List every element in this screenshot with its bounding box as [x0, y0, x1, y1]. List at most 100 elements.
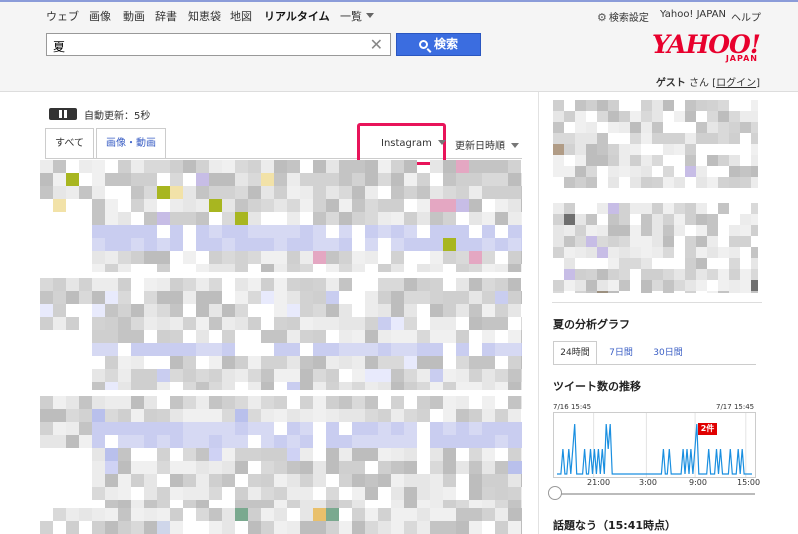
blur-block [674, 111, 685, 122]
yahoo-japan-link[interactable]: Yahoo! JAPAN [660, 9, 726, 20]
search-button[interactable]: 検索 [396, 33, 481, 56]
blur-block [287, 382, 300, 390]
blur-block [118, 251, 131, 264]
tweet-item[interactable] [40, 508, 522, 534]
blur-block [144, 278, 157, 291]
blur-block [326, 186, 339, 199]
blur-block [521, 461, 522, 474]
blur-block [696, 269, 707, 280]
help-link[interactable]: ヘルプ [731, 9, 761, 24]
blur-block [430, 382, 443, 390]
blur-block [287, 212, 300, 225]
login-link[interactable]: ログイン [716, 78, 756, 89]
auto-update-status: 自動更新：5秒 [84, 111, 151, 122]
blur-block [326, 422, 339, 435]
blur-block [404, 238, 417, 251]
nav-video[interactable]: 動画 [123, 8, 145, 24]
tweet-item[interactable] [40, 160, 522, 272]
blur-block [740, 225, 751, 236]
blur-block [170, 409, 183, 422]
nav-web[interactable]: ウェブ [46, 8, 79, 24]
blur-block [718, 100, 729, 111]
blur-block [196, 317, 209, 330]
blur-block [183, 278, 196, 291]
clear-icon[interactable]: ✕ [370, 35, 383, 54]
time-slider-track[interactable] [555, 493, 755, 495]
blur-block [417, 199, 430, 212]
blur-block [248, 356, 261, 369]
media-thumbnail[interactable] [553, 203, 758, 293]
blur-block [261, 225, 274, 238]
nav-dictionary[interactable]: 辞書 [155, 8, 177, 24]
pause-button[interactable] [49, 108, 77, 120]
blur-block [170, 435, 183, 448]
blur-block [326, 264, 339, 272]
blur-block [105, 238, 118, 251]
blur-block [131, 508, 144, 521]
blur-block [170, 291, 183, 304]
blur-block [443, 435, 456, 448]
nav-realtime[interactable]: リアルタイム [264, 8, 330, 24]
search-input[interactable]: 夏 ✕ [46, 33, 391, 56]
blur-block [641, 166, 652, 177]
nav-map[interactable]: 地図 [230, 8, 252, 24]
blur-block [469, 278, 482, 291]
blur-block [663, 269, 674, 280]
nav-images[interactable]: 画像 [89, 8, 111, 24]
blur-block [729, 291, 740, 293]
blur-block [482, 500, 495, 508]
range-tab-7d[interactable]: 7日間 [604, 341, 638, 365]
blur-block [391, 382, 404, 390]
blur-block [313, 382, 326, 390]
media-thumbnail[interactable] [553, 100, 758, 188]
nav-more[interactable]: 一覧 [340, 8, 374, 24]
range-tab-30d[interactable]: 30日間 [648, 341, 688, 365]
blur-block [144, 304, 157, 317]
tab-images-video[interactable]: 画像・動画 [96, 128, 166, 159]
blur-block [586, 225, 597, 236]
blur-block [183, 186, 196, 199]
blur-block [365, 330, 378, 343]
blur-block [495, 212, 508, 225]
range-tab-24h[interactable]: 24時間 [553, 341, 597, 365]
search-settings-link[interactable]: ⚙ 検索設定 [597, 9, 649, 24]
blur-block [261, 500, 274, 508]
blur-block [586, 291, 597, 293]
blur-block [751, 144, 758, 155]
blur-block [170, 186, 183, 199]
blur-block [261, 369, 274, 382]
sort-dropdown[interactable]: 更新日時順 [455, 137, 519, 152]
blur-block [521, 343, 522, 356]
source-filter-dropdown[interactable]: Instagram [381, 138, 446, 149]
tweet-item[interactable] [40, 396, 522, 508]
blur-block [183, 251, 196, 264]
tweet-item[interactable] [40, 278, 522, 390]
blur-block [521, 291, 522, 304]
blur-block [105, 521, 118, 534]
blur-block [313, 474, 326, 487]
blur-block [652, 100, 663, 111]
blur-block [404, 448, 417, 461]
blur-block [339, 251, 352, 264]
blur-block [564, 111, 575, 122]
blur-block [391, 264, 404, 272]
blur-block [729, 269, 740, 280]
blur-block [391, 160, 404, 173]
time-slider-handle[interactable] [548, 486, 562, 500]
blur-block [597, 203, 608, 214]
blur-block [235, 508, 248, 521]
blur-block [287, 225, 300, 238]
blur-block [608, 155, 619, 166]
blur-block [339, 500, 352, 508]
blur-block [469, 409, 482, 422]
blur-block [352, 264, 365, 272]
tweet-count-chart[interactable] [553, 412, 756, 478]
yahoo-logo[interactable]: YAHOO! JAPAN [652, 30, 762, 64]
blur-block [391, 508, 404, 521]
blur-block [718, 133, 729, 144]
blur-block [469, 461, 482, 474]
tab-all[interactable]: すべて [45, 128, 94, 159]
nav-chiebukuro[interactable]: 知恵袋 [188, 8, 221, 24]
blur-block [170, 225, 183, 238]
blur-block [365, 304, 378, 317]
